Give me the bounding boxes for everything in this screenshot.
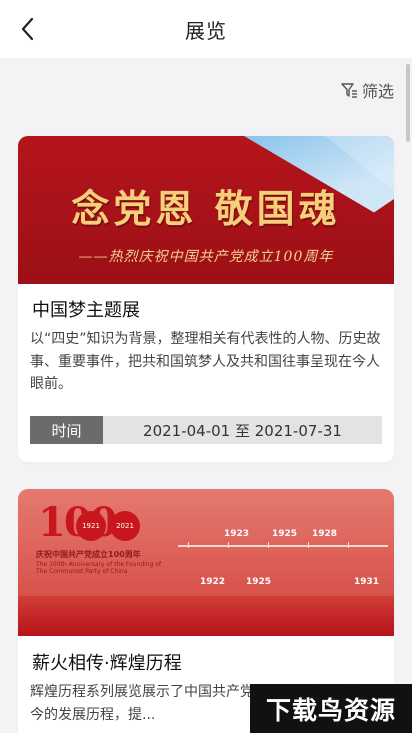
timeline-year: 1925 [246,577,272,587]
page-title: 展览 [185,18,227,43]
top-bar: 展览 [0,0,412,58]
back-button[interactable] [14,14,42,44]
timeline-year: 1931 [354,577,380,587]
exhibition-card[interactable]: 念党恩 敬国魂 ——热烈庆祝中国共产党成立100周年 中国梦主题展 以“四史”知… [18,136,394,462]
timeline-tick [228,542,229,548]
exhibition-banner: 100 1921 2021 庆祝中国共产党成立100周年 The 100th A… [18,489,394,636]
seal-left: 1921 [76,511,106,541]
timeline-tick [308,542,309,548]
filter-icon [341,83,357,98]
exhibition-title: 中国梦主题展 [32,300,140,321]
banner-anniversary-en: The 100th Anniversary of the Founding of… [36,561,162,575]
banner-anniversary-cn: 庆祝中国共产党成立100周年 [36,550,141,559]
watermark: 下载鸟资源 [250,684,412,733]
timeline-tick [348,542,349,548]
exhibition-title: 薪火相传·辉煌历程 [32,653,182,674]
banner-subtitle: ——热烈庆祝中国共产党成立100周年 [78,249,334,265]
timeline-tick [188,542,189,548]
filter-button[interactable]: 筛选 [340,78,394,102]
banner-timeline [178,545,388,547]
timeline-tick [268,542,269,548]
time-range: 2021-04-01 至 2021-07-31 [103,416,382,444]
timeline-year: 1925 [272,529,298,539]
banner-slogan: 念党恩 敬国魂 [71,186,341,231]
exhibition-description: 以“四史”知识为背景，整理相关有代表性的人物、历史故事、重要事件，把共和国筑梦人… [30,331,381,392]
scrollbar[interactable] [406,64,410,142]
chevron-left-icon [21,17,34,41]
filter-label: 筛选 [361,82,394,101]
seal-right: 2021 [110,511,140,541]
time-label: 时间 [30,416,103,444]
timeline-year: 1923 [224,529,250,539]
timeline-year: 1928 [312,529,338,539]
exhibition-banner: 念党恩 敬国魂 ——热烈庆祝中国共产党成立100周年 [18,136,394,284]
exhibition-time: 时间 2021-04-01 至 2021-07-31 [30,416,382,444]
banner-bottom-band [18,596,394,636]
timeline-year: 1922 [200,577,226,587]
